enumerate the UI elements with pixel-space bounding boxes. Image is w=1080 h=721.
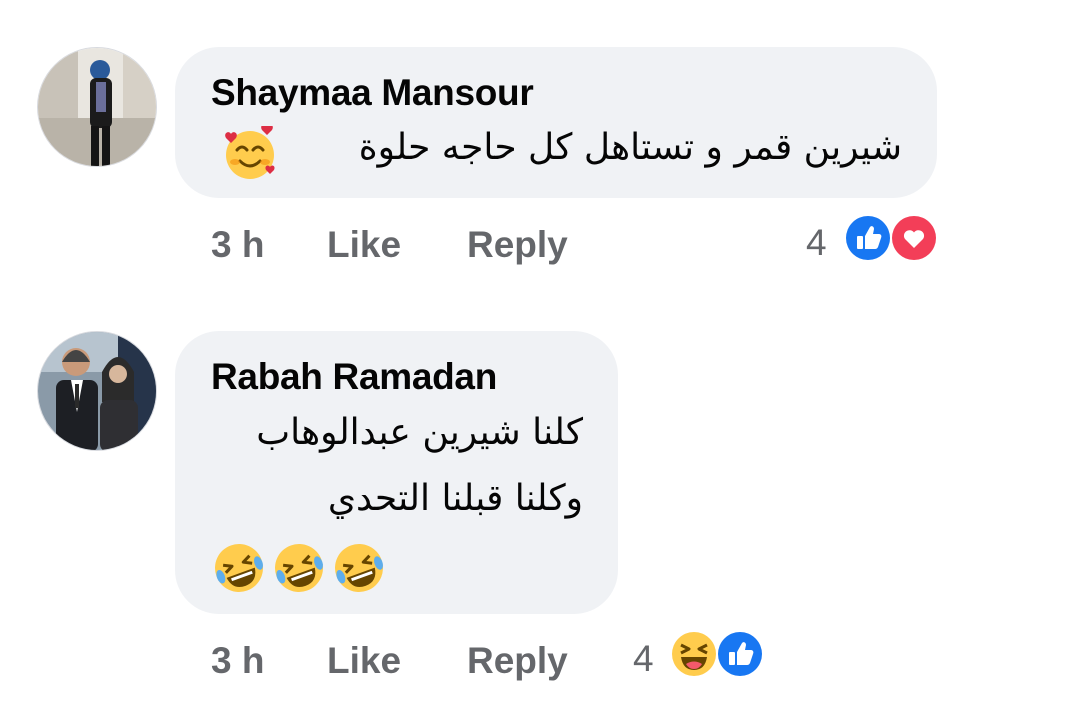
comment-text: شيرين قمر و تستاهل كل حاجه حلوة — [358, 127, 902, 168]
comment-author[interactable]: Shaymaa Mansour — [211, 72, 534, 114]
timestamp[interactable]: 3 h — [211, 640, 264, 682]
rolling-on-floor-laughing-icon — [331, 540, 387, 596]
smiling-face-with-hearts-icon — [222, 124, 278, 182]
comment-text-line-1: كلنا شيرين عبدالوهاب — [256, 412, 583, 453]
rolling-on-floor-laughing-icon — [271, 540, 327, 596]
like-button[interactable]: Like — [327, 224, 401, 266]
like-button[interactable]: Like — [327, 640, 401, 682]
timestamp[interactable]: 3 h — [211, 224, 264, 266]
comment-author[interactable]: Rabah Ramadan — [211, 356, 497, 398]
rolling-on-floor-laughing-icon — [211, 540, 267, 596]
comment-bubble — [175, 47, 937, 198]
like-reaction-icon[interactable] — [716, 630, 764, 678]
haha-reaction-icon[interactable] — [670, 630, 718, 678]
reply-button[interactable]: Reply — [467, 224, 568, 266]
reaction-count[interactable]: 4 — [633, 638, 654, 680]
avatar[interactable] — [37, 331, 157, 451]
reply-button[interactable]: Reply — [467, 640, 568, 682]
avatar[interactable] — [37, 47, 157, 167]
comment-text-line-2: وكلنا قبلنا التحدي — [327, 478, 583, 519]
reaction-count[interactable]: 4 — [806, 222, 827, 264]
like-reaction-icon[interactable] — [844, 214, 892, 262]
love-reaction-icon[interactable] — [890, 214, 938, 262]
